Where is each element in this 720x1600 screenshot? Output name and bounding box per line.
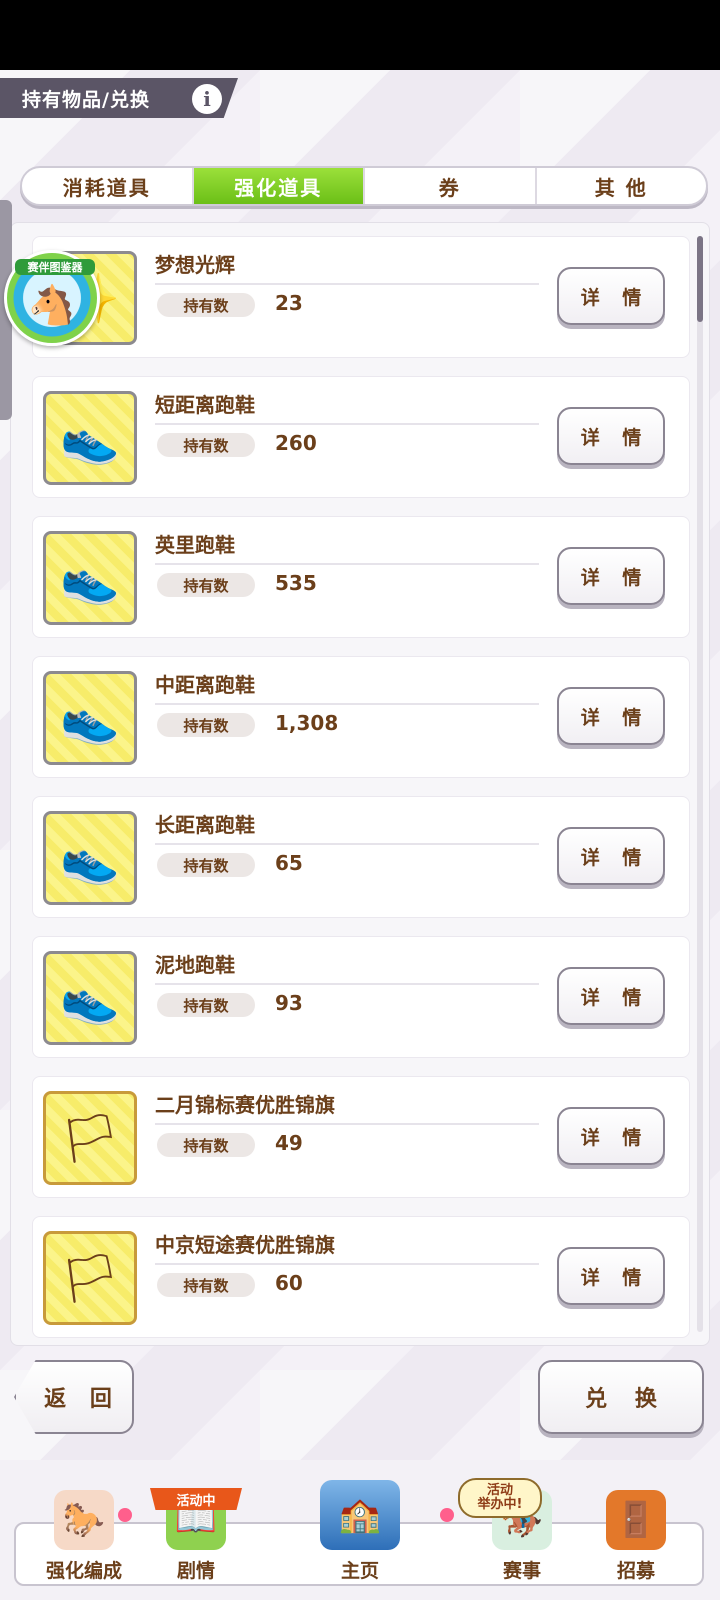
item-qty: 1,308 xyxy=(275,711,339,735)
qty-label: 持有数 xyxy=(157,1273,255,1297)
scrollbar-thumb[interactable] xyxy=(697,236,703,322)
page-title: 持有物品/兑换 xyxy=(22,88,150,111)
event-active-tag: 活动中 xyxy=(150,1488,242,1510)
item-divider xyxy=(155,1123,539,1125)
detail-button[interactable]: 详 情 xyxy=(557,827,665,885)
item-name: 中京短途赛优胜锦旗 xyxy=(155,1233,335,1257)
tab-consumables[interactable]: 消耗道具 xyxy=(22,168,194,204)
tab-tickets[interactable]: 券 xyxy=(365,168,537,204)
item-divider xyxy=(155,283,539,285)
item-row[interactable]: 👟 泥地跑鞋持有数 93 详 情 xyxy=(32,936,690,1058)
item-name: 中距离跑鞋 xyxy=(155,673,255,697)
notification-dot xyxy=(440,1508,454,1522)
item-row[interactable]: 👟 英里跑鞋持有数 535 详 情 xyxy=(32,516,690,638)
item-thumbnail: 🏳 xyxy=(43,1091,137,1185)
nav-item-enhance-team[interactable]: 🐎 强化编成 xyxy=(24,1490,144,1590)
nav-label: 剧情 xyxy=(176,1560,215,1582)
qty-label: 持有数 xyxy=(157,853,255,877)
detail-button[interactable]: 详 情 xyxy=(557,267,665,325)
item-thumbnail: 👟 xyxy=(43,531,137,625)
item-row[interactable]: 👟 短距离跑鞋持有数 260 详 情 xyxy=(32,376,690,498)
character-portrait-icon: 🐴 xyxy=(28,282,76,327)
qty-label: 持有数 xyxy=(157,993,255,1017)
item-row[interactable]: 👟 中距离跑鞋持有数 1,308 详 情 xyxy=(32,656,690,778)
detail-button[interactable]: 详 情 xyxy=(557,1247,665,1305)
item-thumbnail: 👟 xyxy=(43,811,137,905)
item-name: 短距离跑鞋 xyxy=(155,393,255,417)
item-row[interactable]: 🏳 二月锦标赛优胜锦旗 持有数 49 详 情 xyxy=(32,1076,690,1198)
nav-label: 强化编成 xyxy=(45,1560,122,1582)
item-divider xyxy=(155,983,539,985)
detail-button[interactable]: 详 情 xyxy=(557,687,665,745)
support-card-badge[interactable]: 赛伴图鉴器 🐴 xyxy=(4,250,100,346)
nav-label: 赛事 xyxy=(502,1560,541,1582)
detail-button[interactable]: 详 情 xyxy=(557,967,665,1025)
item-row[interactable]: 🏳 中京短途赛优胜锦旗 持有数 60 详 情 xyxy=(32,1216,690,1338)
qty-label: 持有数 xyxy=(157,433,255,457)
home-building-icon: 🏫 xyxy=(320,1480,400,1550)
nav-item-home[interactable]: 🏫 主页 xyxy=(300,1480,420,1590)
qty-label: 持有数 xyxy=(157,1133,255,1157)
detail-button[interactable]: 详 情 xyxy=(557,547,665,605)
item-divider xyxy=(155,1263,539,1265)
item-thumbnail: 👟 xyxy=(43,391,137,485)
blue-shoes-icon: 👟 xyxy=(60,830,120,887)
item-qty: 260 xyxy=(275,431,317,455)
qty-label: 持有数 xyxy=(157,573,255,597)
item-qty: 49 xyxy=(275,1131,303,1155)
yellow-shoes-icon: 👟 xyxy=(60,690,120,747)
item-qty: 93 xyxy=(275,991,303,1015)
item-divider xyxy=(155,843,539,845)
item-divider xyxy=(155,703,539,705)
event-running-tag: 活动 举办中! xyxy=(458,1478,542,1518)
item-thumbnail: 👟 xyxy=(43,951,137,1045)
item-thumbnail: 👟 xyxy=(43,671,137,765)
item-qty: 23 xyxy=(275,291,303,315)
pink-shoes-icon: 👟 xyxy=(60,410,120,467)
detail-button[interactable]: 详 情 xyxy=(557,407,665,465)
red-pennant-icon: 🏳 xyxy=(59,1250,121,1307)
item-name: 泥地跑鞋 xyxy=(155,953,235,977)
item-row[interactable]: 👟 长距离跑鞋持有数 65 详 情 xyxy=(32,796,690,918)
qty-label: 持有数 xyxy=(157,713,255,737)
tab-enhancement[interactable]: 强化道具 xyxy=(193,168,365,204)
status-bar xyxy=(0,0,720,70)
exchange-button[interactable]: 兑 换 xyxy=(538,1360,704,1434)
category-tabs: 消耗道具 强化道具 券 其 他 xyxy=(20,166,708,206)
qty-label: 持有数 xyxy=(157,293,255,317)
badge-label: 赛伴图鉴器 xyxy=(15,259,95,275)
nav-label: 招募 xyxy=(616,1560,655,1582)
gacha-icon: 🚪 xyxy=(606,1490,666,1550)
green-shoes-icon: 👟 xyxy=(60,550,120,607)
item-name: 二月锦标赛优胜锦旗 xyxy=(155,1093,335,1117)
item-qty: 65 xyxy=(275,851,303,875)
blue-pennant-icon: 🏳 xyxy=(59,1110,121,1167)
detail-button[interactable]: 详 情 xyxy=(557,1107,665,1165)
character-icon: 🐎 xyxy=(54,1490,114,1550)
event-running-label: 活动 举办中! xyxy=(477,1483,523,1512)
info-icon[interactable]: i xyxy=(192,84,222,114)
nav-item-gacha[interactable]: 🚪 招募 xyxy=(576,1490,696,1590)
item-qty: 535 xyxy=(275,571,317,595)
nav-label: 主页 xyxy=(340,1560,379,1582)
item-name: 梦想光辉 xyxy=(155,253,235,277)
item-thumbnail: 🏳 xyxy=(43,1231,137,1325)
scrollbar-track[interactable] xyxy=(697,236,703,1332)
notification-dot xyxy=(118,1508,132,1522)
item-qty: 60 xyxy=(275,1271,303,1295)
item-divider xyxy=(155,563,539,565)
item-name: 英里跑鞋 xyxy=(155,533,235,557)
item-row[interactable]: ✨梦想光辉持有数23详 情 xyxy=(32,236,690,358)
item-name: 长距离跑鞋 xyxy=(155,813,255,837)
red-shoes-icon: 👟 xyxy=(60,970,120,1027)
tab-other[interactable]: 其 他 xyxy=(537,168,707,204)
back-button[interactable]: 返 回 xyxy=(14,1360,134,1434)
item-divider xyxy=(155,423,539,425)
